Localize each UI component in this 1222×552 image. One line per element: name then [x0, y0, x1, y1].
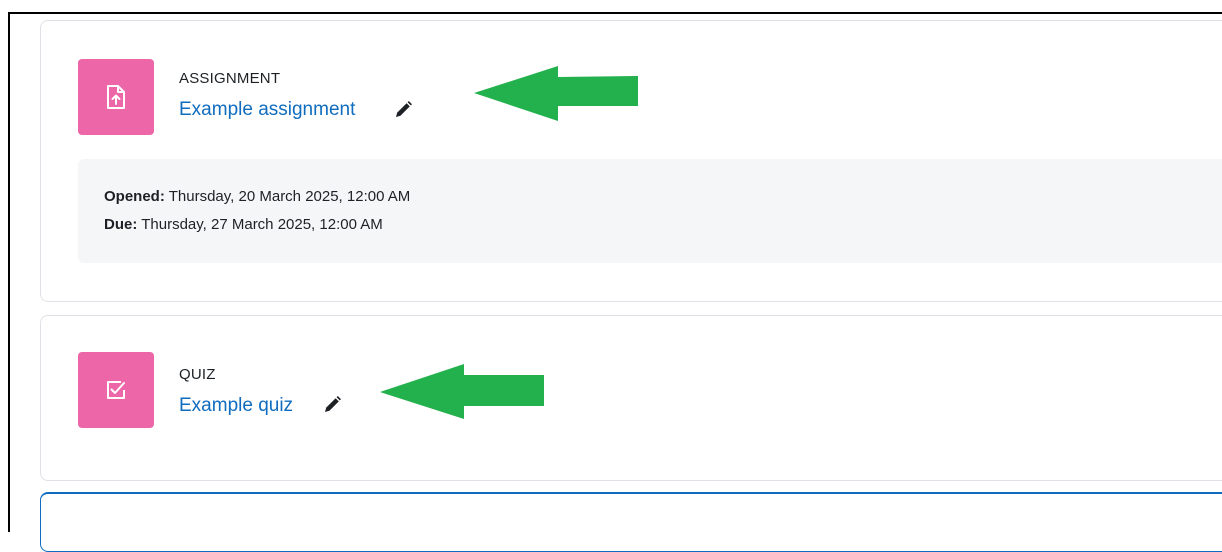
activity-type-label: QUIZ — [179, 366, 216, 383]
quiz-checkbox-icon — [107, 381, 125, 399]
activity-dates-panel: Opened: Thursday, 20 March 2025, 12:00 A… — [78, 159, 1222, 263]
opened-date: Opened: Thursday, 20 March 2025, 12:00 A… — [104, 188, 410, 205]
annotation-arrow-left — [474, 66, 638, 121]
quiz-icon-tile[interactable] — [78, 352, 154, 428]
due-date: Due: Thursday, 27 March 2025, 12:00 AM — [104, 216, 383, 233]
activity-type-label: ASSIGNMENT — [179, 70, 281, 87]
due-label: Due: — [104, 216, 138, 233]
opened-value: Thursday, 20 March 2025, 12:00 AM — [168, 188, 411, 205]
edit-pencil-icon[interactable] — [393, 100, 413, 120]
activity-card-next — [40, 492, 1222, 552]
assignment-upload-icon — [107, 85, 125, 109]
edit-pencil-icon[interactable] — [322, 395, 342, 415]
activity-card-quiz: QUIZ Example quiz — [40, 315, 1222, 481]
quiz-link[interactable]: Example quiz — [179, 395, 293, 417]
assignment-link[interactable]: Example assignment — [179, 99, 355, 121]
assignment-icon-tile[interactable] — [78, 59, 154, 135]
opened-label: Opened: — [104, 188, 165, 205]
activity-card-assignment: ASSIGNMENT Example assignment Opened: Th… — [40, 20, 1222, 302]
annotation-arrow-left — [380, 364, 544, 419]
due-value: Thursday, 27 March 2025, 12:00 AM — [141, 216, 383, 233]
